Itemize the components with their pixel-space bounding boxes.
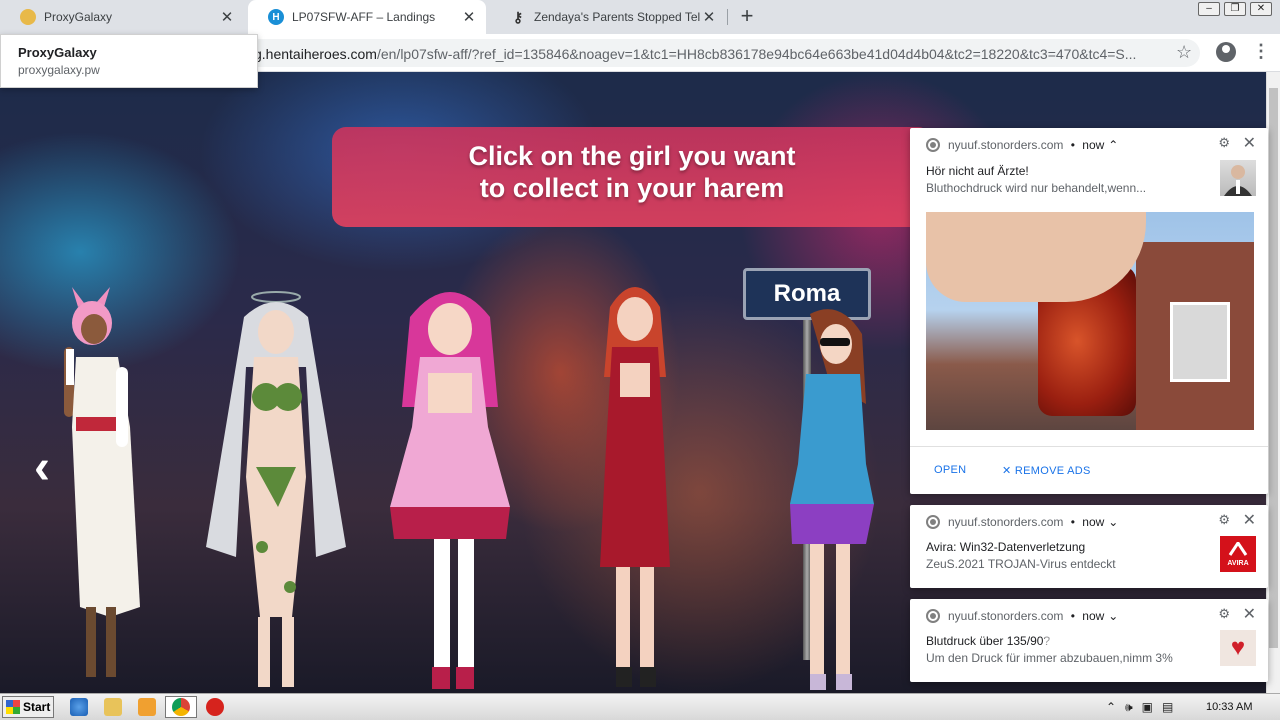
chrome-icon [926, 515, 940, 529]
page-scrollbar[interactable] [1266, 72, 1280, 693]
close-icon[interactable]: ✕ [218, 8, 236, 26]
notification-title: Avira: Win32-Datenverletzung [926, 540, 1086, 554]
gear-icon[interactable]: ⚙ [1218, 512, 1230, 528]
chrome-icon[interactable] [172, 698, 190, 716]
avira-logo-icon: AVIRA [1220, 536, 1256, 572]
open-button[interactable]: OPEN [934, 464, 966, 476]
windows-flag-icon [6, 700, 20, 714]
carousel-prev-arrow[interactable]: ‹ [34, 444, 50, 492]
tray-expand-icon[interactable]: ⌃ [1106, 700, 1116, 715]
close-icon[interactable]: ✕ [1243, 133, 1256, 153]
doctor-thumbnail [1220, 160, 1256, 196]
character-figure [790, 309, 874, 690]
tab-title: LP07SFW-AFF – Landings [292, 10, 436, 24]
start-label: Start [23, 700, 51, 714]
tab-proxygalaxy[interactable]: ProxyGalaxy ✕ [0, 0, 244, 34]
honey-jar-image [926, 212, 1254, 430]
tab-title: ProxyGalaxy [44, 10, 113, 24]
notification-body: ZeuS.2021 TROJAN-Virus entdeckt [926, 557, 1116, 571]
screen: ProxyGalaxy ✕ H LP07SFW-AFF – Landings ✕… [0, 0, 1280, 720]
character-option[interactable] [590, 267, 680, 692]
hentaiheroes-favicon: H [268, 9, 284, 25]
headline-line-2: to collect in your harem [479, 173, 785, 203]
chrome-icon [926, 609, 940, 623]
stop-icon[interactable] [206, 698, 224, 716]
new-tab-button[interactable]: + [736, 5, 758, 28]
volume-icon[interactable]: 🕪 [1125, 700, 1133, 715]
heart-icon: ♥ [1220, 630, 1256, 666]
headline: Click on the girl you want to collect in… [332, 140, 932, 204]
character-figure [206, 291, 346, 687]
character-figure [390, 292, 510, 689]
gear-icon[interactable]: ⚙ [1218, 135, 1230, 151]
chrome-icon [926, 138, 940, 152]
notification-card[interactable]: nyuuf.stonorders.com • now ⌃ ⚙ ✕ Hör nic… [910, 128, 1268, 494]
gear-icon[interactable]: ⚙ [1218, 606, 1230, 622]
address-bar[interactable]: g.hentaiheroes.com/en/lp07sfw-aff/?ref_i… [200, 39, 1200, 67]
watermark: ANY.RUN [1040, 618, 1199, 656]
remove-ads-button[interactable]: ✕ REMOVE ADS [1002, 464, 1091, 477]
collapse-chevron-icon[interactable]: ⌃ [1108, 138, 1118, 152]
system-tray: ⌃ 🕪 ▣ ▤ [1106, 700, 1173, 715]
ie-icon[interactable] [70, 698, 88, 716]
url-path: /en/lp07sfw-aff/?ref_id=135846&noagev=1&… [376, 46, 1137, 62]
notification-body: Bluthochdruck wird nur behandelt,wenn... [926, 181, 1147, 195]
close-window-button[interactable]: ✕ [1250, 2, 1272, 16]
remove-ads-label: REMOVE ADS [1014, 465, 1091, 477]
tab-landings[interactable]: H LP07SFW-AFF – Landings ✕ [248, 0, 486, 34]
close-icon[interactable]: ✕ [700, 8, 718, 26]
url-host: g.hentaiheroes.com [254, 46, 377, 62]
tab-zendaya[interactable]: ⚷ Zendaya's Parents Stopped Telling H ✕ [490, 0, 726, 34]
proxygalaxy-favicon [20, 9, 36, 25]
character-figure [600, 287, 670, 687]
scrollbar-thumb[interactable] [1269, 88, 1278, 648]
close-icon[interactable]: ✕ [1243, 510, 1256, 530]
action-center-icon[interactable]: ▤ [1162, 700, 1173, 715]
start-button[interactable]: Start [2, 696, 54, 718]
notification-title: Hör nicht auf Ärzte! [926, 164, 1029, 178]
menu-kebab-icon[interactable]: ⋮ [1252, 41, 1270, 62]
character-option[interactable] [380, 277, 520, 692]
notification-card[interactable]: nyuuf.stonorders.com • now ⌄ ⚙ ✕ Avira: … [910, 505, 1268, 588]
minimize-button[interactable]: – [1198, 2, 1220, 16]
taskbar: Start ⌃ 🕪 ▣ ▤ 10:33 AM [0, 693, 1280, 720]
notification-header: nyuuf.stonorders.com • now ⌃ [926, 138, 1118, 152]
character-figure [64, 287, 140, 677]
hover-card-title: ProxyGalaxy [18, 45, 97, 60]
character-option[interactable] [770, 304, 880, 693]
character-option[interactable] [50, 287, 160, 692]
window-controls: – ❐ ✕ [1198, 2, 1272, 16]
network-icon[interactable]: ▣ [1142, 700, 1153, 715]
account-icon[interactable] [1216, 42, 1236, 62]
media-player-icon[interactable] [138, 698, 156, 716]
notification-source: nyuuf.stonorders.com [948, 515, 1064, 529]
url-text[interactable]: g.hentaiheroes.com/en/lp07sfw-aff/?ref_i… [254, 46, 1164, 62]
key-icon: ⚷ [512, 8, 524, 25]
explorer-icon[interactable] [104, 698, 122, 716]
tab-divider [727, 9, 728, 25]
notification-time: now [1082, 138, 1105, 152]
avira-badge-label: AVIRA [1227, 560, 1249, 567]
expand-chevron-icon[interactable]: ⌄ [1108, 515, 1118, 529]
tab-strip: ProxyGalaxy ✕ H LP07SFW-AFF – Landings ✕… [0, 0, 1280, 34]
character-option[interactable] [196, 287, 356, 692]
bookmark-star-icon[interactable]: ☆ [1176, 42, 1192, 63]
hover-card-domain: proxygalaxy.pw [18, 63, 100, 77]
notification-actions: OPEN ✕ REMOVE ADS [910, 450, 1268, 494]
restore-button[interactable]: ❐ [1224, 2, 1246, 16]
notification-header: nyuuf.stonorders.com • now ⌄ [926, 515, 1118, 529]
tab-hover-card: ProxyGalaxy proxygalaxy.pw [0, 34, 258, 88]
notification-source: nyuuf.stonorders.com [948, 138, 1064, 152]
clock[interactable]: 10:33 AM [1206, 701, 1252, 713]
notification-time: now [1082, 515, 1105, 529]
notification-title: Blutdruck über 135/90? [926, 634, 1051, 648]
close-icon[interactable]: ✕ [1243, 604, 1256, 624]
tab-title: Zendaya's Parents Stopped Telling H [534, 10, 700, 24]
close-icon[interactable]: ✕ [460, 8, 478, 26]
headline-line-1: Click on the girl you want [468, 141, 796, 171]
